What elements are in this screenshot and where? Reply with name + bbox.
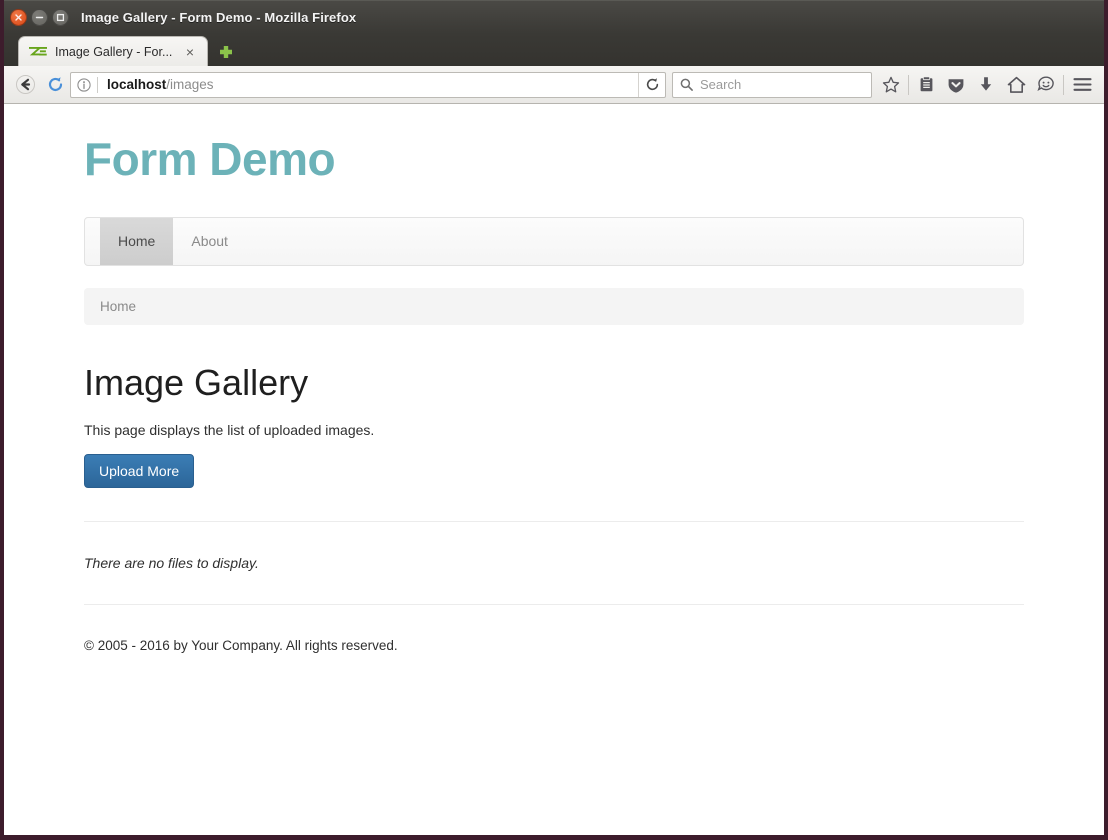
site-brand[interactable]: Form Demo	[84, 134, 1024, 185]
plus-icon	[220, 46, 232, 58]
tab-close-button[interactable]: ×	[181, 45, 199, 59]
breadcrumb-item-home[interactable]: Home	[100, 299, 136, 314]
reload-icon	[646, 78, 658, 91]
zf-logo-icon	[29, 46, 47, 56]
back-arrow-icon	[15, 75, 35, 94]
toolbar-divider	[908, 74, 909, 95]
back-button[interactable]	[10, 71, 40, 99]
browser-tab[interactable]: Image Gallery - For... ×	[18, 36, 208, 66]
url-bar[interactable]: localhost/images	[70, 71, 666, 98]
page-container: Form Demo Home About Home Image Gallery …	[84, 104, 1024, 653]
downloads-button[interactable]	[971, 71, 1001, 99]
star-icon	[882, 76, 900, 92]
nav-item-home[interactable]: Home	[100, 217, 174, 265]
pocket-shield-icon	[948, 78, 964, 93]
window-title-bar: Image Gallery - Form Demo - Mozilla Fire…	[4, 0, 1104, 34]
divider-top	[84, 521, 1024, 523]
search-placeholder: Search	[700, 77, 742, 92]
url-text: localhost/images	[98, 77, 638, 92]
close-icon	[15, 14, 22, 21]
window-title: Image Gallery - Form Demo - Mozilla Fire…	[81, 10, 357, 25]
home-button[interactable]	[1001, 71, 1031, 99]
home-icon	[1007, 76, 1025, 93]
page-description: This page displays the list of uploaded …	[84, 422, 375, 439]
breadcrumb: Home	[84, 287, 1024, 325]
main-navigation: Home About	[84, 216, 1024, 266]
empty-state-message: There are no files to display.	[84, 555, 259, 572]
menu-button[interactable]	[1066, 71, 1098, 99]
reload-icon	[48, 77, 62, 92]
site-identity-button[interactable]	[71, 77, 97, 92]
new-tab-button[interactable]	[217, 43, 235, 61]
window-controls	[10, 9, 69, 26]
search-input[interactable]: Search	[672, 71, 872, 98]
download-arrow-icon	[980, 77, 992, 91]
upload-more-button[interactable]: Upload More	[84, 454, 195, 489]
footer-copyright: © 2005 - 2016 by Your Company. All right…	[84, 638, 398, 654]
firefox-browser-window: Image Gallery - Form Demo - Mozilla Fire…	[0, 0, 1108, 840]
hello-button[interactable]	[1031, 71, 1061, 99]
nav-item-about[interactable]: About	[173, 218, 246, 265]
window-maximize-button[interactable]	[52, 9, 69, 26]
window-minimize-button[interactable]	[31, 9, 48, 26]
search-icon	[680, 78, 693, 91]
divider-bottom	[84, 604, 1024, 606]
window-close-button[interactable]	[10, 9, 27, 26]
smiley-icon	[1037, 75, 1054, 91]
url-path: /images	[166, 77, 214, 92]
browser-toolbar: localhost/images Search	[4, 66, 1104, 104]
bookmark-star-button[interactable]	[876, 71, 906, 99]
tab-title: Image Gallery - For...	[55, 44, 173, 59]
tab-strip: Image Gallery - For... ×	[4, 34, 1104, 66]
maximize-icon	[56, 13, 65, 22]
library-icon	[920, 76, 932, 92]
toolbar-divider	[1063, 74, 1064, 95]
page-viewport: Form Demo Home About Home Image Gallery …	[4, 104, 1104, 835]
page-title: Image Gallery	[84, 361, 309, 403]
reload-button[interactable]	[638, 72, 665, 97]
library-button[interactable]	[911, 71, 941, 99]
minimize-icon	[35, 16, 44, 19]
info-icon	[77, 77, 91, 92]
pocket-button[interactable]	[941, 71, 971, 99]
url-host: localhost	[107, 77, 167, 92]
hamburger-menu-icon	[1072, 78, 1092, 91]
forward-button	[40, 71, 70, 99]
